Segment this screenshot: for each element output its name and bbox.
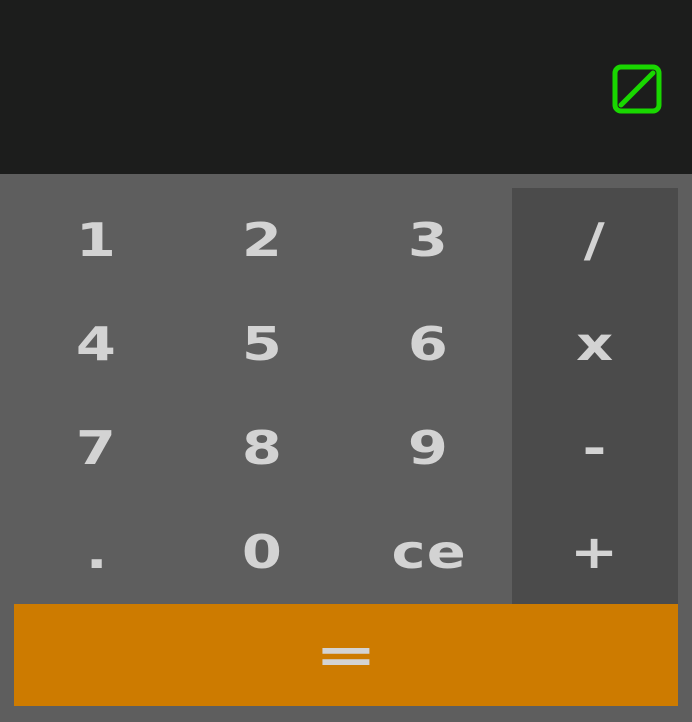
key-8[interactable]: 8 bbox=[180, 396, 346, 500]
key-6[interactable]: 6 bbox=[346, 292, 512, 396]
key-5-label: 5 bbox=[242, 317, 284, 371]
key-7[interactable]: 7 bbox=[14, 396, 180, 500]
square-slash-icon[interactable] bbox=[612, 64, 662, 114]
key-decimal[interactable]: . bbox=[14, 500, 180, 604]
key-clear-entry[interactable]: ce bbox=[346, 500, 512, 604]
key-8-label: 8 bbox=[242, 421, 284, 475]
equals-button[interactable]: = bbox=[14, 604, 678, 706]
key-subtract[interactable]: - bbox=[512, 396, 678, 500]
equals-label: = bbox=[314, 626, 378, 684]
key-1-label: 1 bbox=[76, 213, 118, 267]
key-6-label: 6 bbox=[408, 317, 450, 371]
key-9-label: 9 bbox=[408, 421, 450, 475]
key-clear-entry-label: ce bbox=[391, 525, 467, 579]
calculator: 1 2 3 / 4 5 6 x 7 8 9 - . 0 ce + = bbox=[0, 0, 692, 722]
key-decimal-label: . bbox=[85, 525, 109, 579]
key-4[interactable]: 4 bbox=[14, 292, 180, 396]
key-add-label: + bbox=[570, 525, 620, 579]
key-4-label: 4 bbox=[76, 317, 118, 371]
key-3-label: 3 bbox=[408, 213, 450, 267]
key-0[interactable]: 0 bbox=[180, 500, 346, 604]
key-7-label: 7 bbox=[76, 421, 118, 475]
key-multiply-label: x bbox=[575, 317, 615, 371]
key-subtract-label: - bbox=[582, 421, 608, 475]
key-multiply[interactable]: x bbox=[512, 292, 678, 396]
key-3[interactable]: 3 bbox=[346, 188, 512, 292]
key-add[interactable]: + bbox=[512, 500, 678, 604]
key-2-label: 2 bbox=[242, 213, 284, 267]
key-1[interactable]: 1 bbox=[14, 188, 180, 292]
display-panel bbox=[0, 0, 692, 174]
key-divide-label: / bbox=[583, 213, 607, 267]
key-2[interactable]: 2 bbox=[180, 188, 346, 292]
keypad: 1 2 3 / 4 5 6 x 7 8 9 - . 0 ce + bbox=[14, 188, 678, 604]
key-divide[interactable]: / bbox=[512, 188, 678, 292]
key-0-label: 0 bbox=[242, 525, 284, 579]
key-5[interactable]: 5 bbox=[180, 292, 346, 396]
key-9[interactable]: 9 bbox=[346, 396, 512, 500]
